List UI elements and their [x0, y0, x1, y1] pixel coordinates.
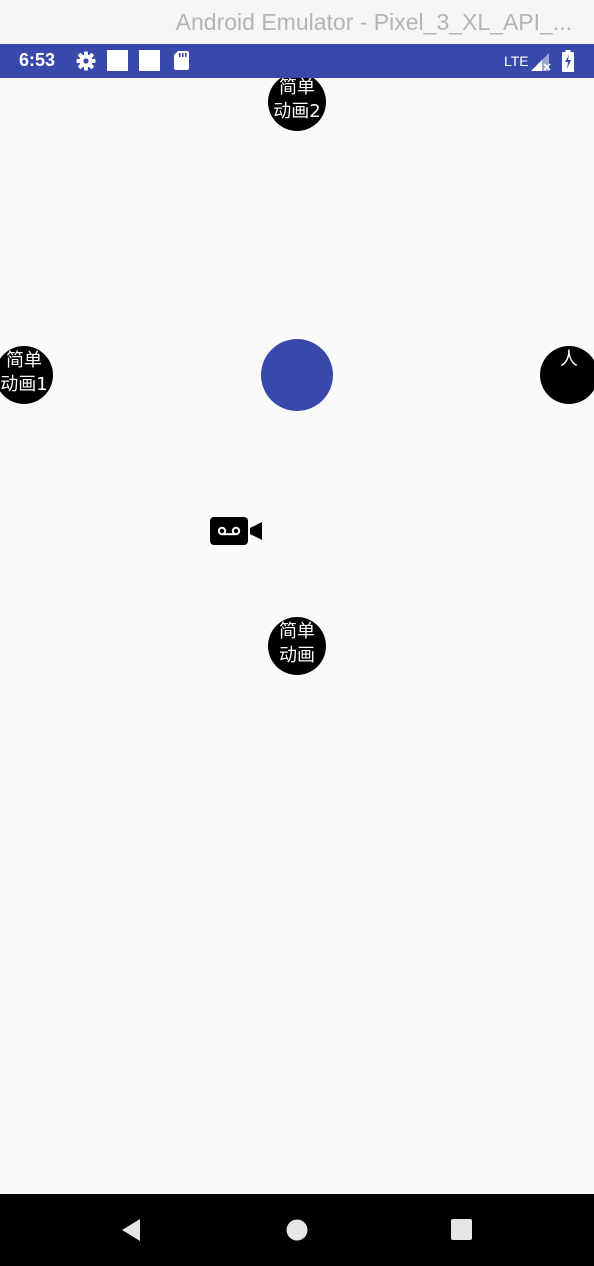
menu-item-label: 人 — [560, 349, 578, 370]
notification-square-icon — [107, 50, 128, 71]
back-icon[interactable] — [118, 1216, 144, 1244]
menu-item-simple-animation-1[interactable]: 简单 动画1 — [0, 346, 53, 404]
menu-item-label: 动画2 — [273, 101, 321, 122]
menu-item-label: 动画1 — [0, 374, 48, 395]
menu-item-label: 简单 — [279, 621, 315, 642]
menu-item-simple-animation[interactable]: 简单 动画 — [268, 617, 326, 675]
navigation-bar — [0, 1194, 594, 1266]
network-type: LTE — [504, 53, 529, 69]
home-icon[interactable] — [284, 1216, 310, 1244]
window-title: Android Emulator - Pixel_3_XL_API_... — [175, 9, 572, 35]
menu-item-label: 动画 — [279, 645, 315, 666]
emulator-titlebar: Android Emulator - Pixel_3_XL_API_... — [0, 0, 594, 44]
gear-icon — [76, 51, 96, 71]
status-time: 6:53 — [19, 50, 56, 70]
battery-icon — [562, 50, 574, 72]
status-bar: 6:53 LTE — [0, 44, 594, 78]
notification-square-icon — [139, 50, 160, 71]
menu-item-person[interactable]: 人 — [540, 346, 594, 404]
signal-icon — [531, 53, 551, 71]
video-camera-icon[interactable] — [209, 516, 263, 546]
recents-icon[interactable] — [449, 1216, 475, 1244]
center-menu-button[interactable] — [261, 339, 333, 411]
menu-item-label: 简单 — [6, 350, 42, 371]
app-content: 简单 动画2 简单 动画1 人 简单 动画 — [0, 78, 594, 1194]
menu-item-simple-animation-2[interactable]: 简单 动画2 — [268, 78, 326, 131]
menu-item-label: 简单 — [279, 78, 315, 98]
sd-card-icon — [174, 51, 189, 70]
